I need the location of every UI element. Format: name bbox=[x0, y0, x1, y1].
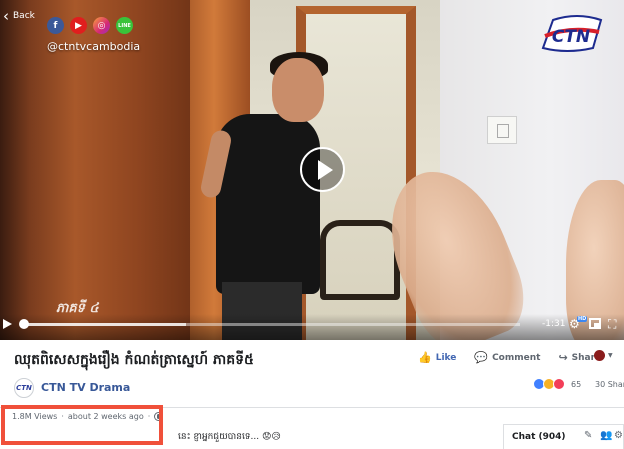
progress-buffer bbox=[22, 323, 186, 326]
love-reaction-icon bbox=[553, 378, 565, 390]
actor-body-image bbox=[216, 114, 320, 294]
progress-scrubber[interactable] bbox=[19, 319, 29, 329]
line-icon: LINE bbox=[116, 17, 133, 34]
back-button[interactable]: ‹ Back bbox=[3, 7, 35, 25]
page-name-link[interactable]: CTN TV Drama bbox=[41, 381, 130, 394]
comment-button[interactable]: 💬 Comment bbox=[474, 351, 540, 364]
post-description: នេះ ខ្ញាអ្នកជួយបានទេ... 😟😥 bbox=[178, 432, 281, 442]
picture-in-picture-icon[interactable] bbox=[589, 318, 601, 329]
chat-bar[interactable]: Chat (904) ✎ 👥 ⚙ bbox=[503, 424, 624, 449]
back-label: Back bbox=[13, 11, 35, 21]
like-button[interactable]: 👍 Like bbox=[418, 351, 456, 364]
video-title: ឈុតពិសេសក្នុងរឿង កំណត់ត្រាស្នេហ៍ ភាគទី៥ bbox=[14, 352, 254, 368]
share-icon: ↪ bbox=[558, 351, 568, 364]
play-button[interactable] bbox=[300, 147, 345, 192]
video-controls-bar bbox=[0, 314, 624, 340]
shares-count[interactable]: 30 Shar bbox=[595, 380, 624, 389]
page-avatar[interactable]: CTN bbox=[14, 378, 34, 398]
reactions-summary[interactable]: 65 bbox=[533, 378, 581, 390]
youtube-icon: ▶ bbox=[70, 17, 87, 34]
chair-image bbox=[320, 220, 400, 300]
group-icon[interactable]: 👥 bbox=[600, 430, 612, 441]
thumbs-up-icon: 👍 bbox=[418, 351, 432, 364]
chat-label: Chat (904) bbox=[512, 432, 566, 442]
annotation-highlight-box bbox=[1, 405, 163, 445]
page-avatar-text: CTN bbox=[16, 384, 32, 392]
comment-label: Comment bbox=[492, 352, 541, 363]
play-icon[interactable] bbox=[3, 319, 12, 329]
chevron-left-icon: ‹ bbox=[3, 7, 9, 25]
hd-badge: HD bbox=[577, 316, 588, 322]
chevron-down-icon: ▼ bbox=[608, 352, 613, 359]
like-label: Like bbox=[435, 352, 457, 363]
ctn-brand-logo: CTN bbox=[541, 15, 603, 52]
social-handle: @ctntvcambodia bbox=[47, 40, 141, 53]
avatar bbox=[594, 350, 605, 361]
share-as-menu[interactable]: ▼ bbox=[594, 350, 613, 361]
video-viewer-page: ‹ Back f ▶ ◎ LINE @ctntvcambodia CTN ភាគ… bbox=[0, 0, 624, 449]
social-icons-overlay: f ▶ ◎ LINE bbox=[47, 17, 133, 34]
facebook-icon: f bbox=[47, 17, 64, 34]
comment-icon: 💬 bbox=[474, 351, 489, 364]
wall-switch-image bbox=[487, 116, 517, 144]
video-player[interactable]: ‹ Back f ▶ ◎ LINE @ctntvcambodia CTN ភាគ… bbox=[0, 0, 624, 340]
instagram-icon: ◎ bbox=[93, 17, 110, 34]
reaction-count: 65 bbox=[571, 379, 582, 389]
actor-head-image bbox=[272, 58, 324, 122]
time-remaining: -1:31 bbox=[542, 319, 566, 329]
gear-icon[interactable]: ⚙ bbox=[614, 430, 623, 441]
post-actions: 👍 Like 💬 Comment ↪ Share bbox=[418, 351, 601, 364]
fullscreen-icon[interactable]: ⛶ bbox=[608, 318, 620, 330]
ctn-logo-text: CTN bbox=[552, 27, 590, 47]
compose-icon[interactable]: ✎ bbox=[584, 430, 592, 441]
